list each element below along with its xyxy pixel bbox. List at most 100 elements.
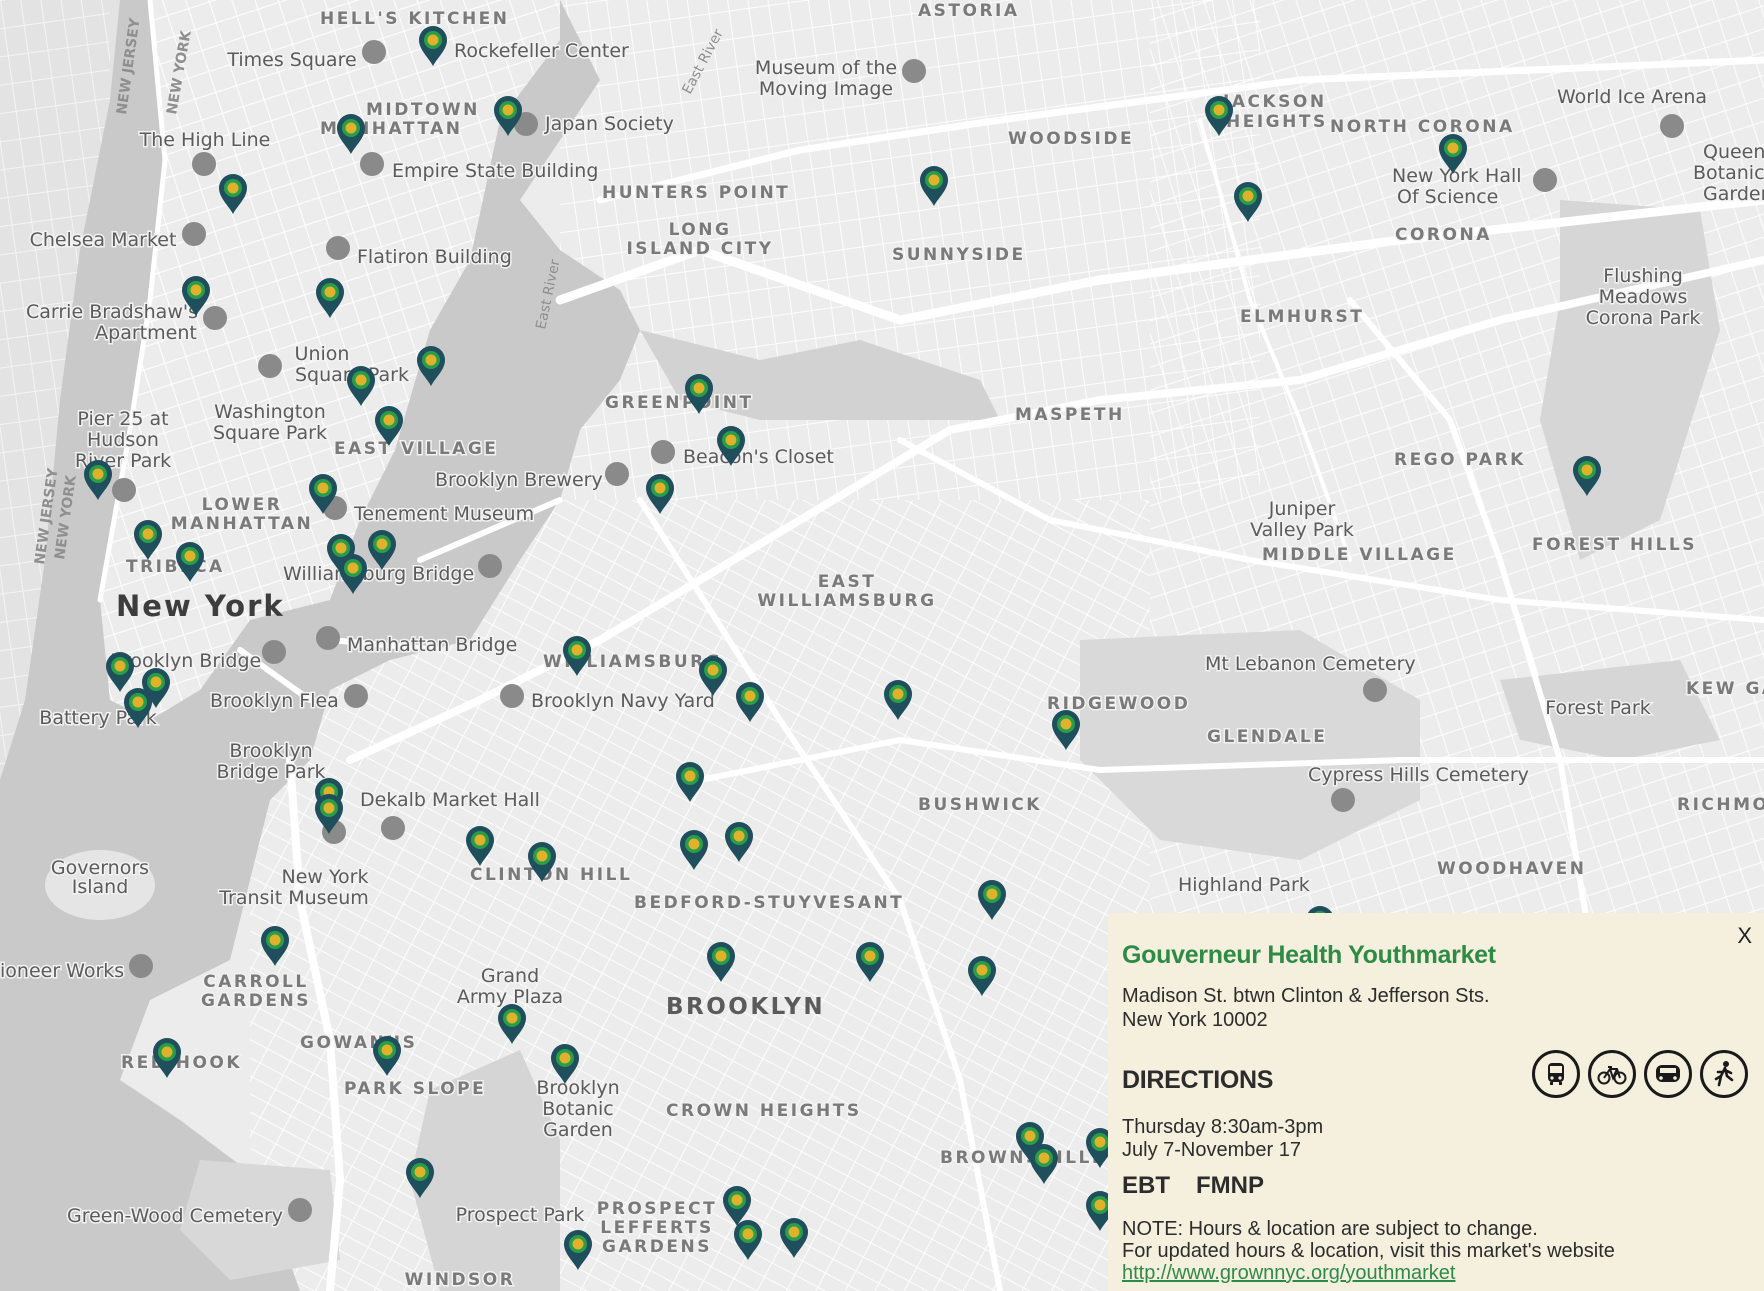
place-label: Botanic	[542, 1098, 614, 1120]
neighborhood-label: SUNNYSIDE	[892, 245, 1026, 265]
place-label: Flatiron Building	[357, 246, 512, 268]
place-label: Island	[72, 876, 129, 898]
neighborhood-label: JACKSON	[1222, 92, 1327, 112]
place-label: Manhattan Bridge	[347, 634, 517, 656]
bicycle-icon	[1597, 1066, 1627, 1085]
car-button[interactable]	[1644, 1050, 1692, 1098]
place-label: Mt Lebanon Cemetery	[1205, 653, 1416, 675]
place-label: Highland Park	[1178, 874, 1310, 896]
place-label: Empire State Building	[392, 160, 598, 182]
place-label: New York Hall	[1392, 165, 1522, 187]
market-hours: Thursday 8:30am-3pm July 7-November 17	[1122, 1116, 1748, 1162]
neighborhood-label: GREENPOINT	[605, 393, 754, 413]
neighborhood-label: NORTH CORONA	[1330, 117, 1515, 137]
place-label: Rockefeller Center	[454, 40, 629, 62]
market-title: Gouverneur Health Youthmarket	[1122, 941, 1496, 969]
park-icon	[112, 478, 136, 502]
neighborhood-label: WOODHAVEN	[1437, 859, 1587, 879]
neighborhood-label: RICHMO	[1677, 795, 1764, 815]
directions-row: DIRECTIONS	[1122, 1050, 1748, 1102]
landmark-icon	[326, 236, 350, 260]
neighborhood-label: RED HOOK	[121, 1053, 242, 1073]
shopping-icon	[381, 816, 405, 840]
bridge-icon	[262, 640, 286, 664]
place-label: Tenement Museum	[353, 503, 534, 525]
shopping-icon	[651, 440, 675, 464]
place-label: Beacon's Closet	[683, 446, 834, 468]
neighborhood-label: FOREST HILLS	[1532, 535, 1697, 555]
close-button[interactable]: X	[1737, 923, 1752, 949]
market-address: Madison St. btwn Clinton & Jefferson Sts…	[1122, 984, 1748, 1032]
neighborhood-label: MANHATTAN	[171, 514, 314, 534]
hours-line: Thursday 8:30am-3pm	[1122, 1116, 1324, 1138]
neighborhood-label: CORONA	[1395, 225, 1492, 245]
payment-ebt: EBT	[1122, 1172, 1170, 1199]
directions-icons	[1532, 1050, 1748, 1098]
park-icon	[258, 354, 282, 378]
transit-bus-icon	[1548, 1063, 1564, 1085]
bridge-icon	[316, 626, 340, 650]
place-label: Green-Wood Cemetery	[67, 1205, 283, 1227]
neighborhood-label: MIDDLE VILLAGE	[1262, 545, 1457, 565]
museum-icon	[1533, 168, 1557, 192]
place-label: Queens	[1703, 141, 1764, 163]
neighborhood-label: GARDENS	[201, 991, 311, 1011]
place-label: Union	[295, 343, 350, 365]
neighborhood-label: LONG	[669, 220, 732, 240]
place-label: Grand	[481, 965, 539, 987]
place-icon	[1660, 114, 1684, 138]
place-label: Bridge Park	[216, 761, 325, 783]
neighborhood-label: CROWN HEIGHTS	[666, 1101, 862, 1121]
place-label: Transit Museum	[218, 887, 369, 909]
neighborhood-label: MASPETH	[1015, 405, 1125, 425]
neighborhood-label: HELL'S KITCHEN	[320, 9, 510, 29]
neighborhood-label: CARROLL	[203, 972, 308, 992]
neighborhood-label: PROSPECT	[597, 1199, 717, 1219]
market-website-link[interactable]: http://www.grownnyc.org/youthmarket	[1122, 1262, 1748, 1284]
note-line: NOTE: Hours & location are subject to ch…	[1122, 1218, 1538, 1240]
neighborhood-label: REGO PARK	[1394, 450, 1526, 470]
place-label: Brooklyn	[536, 1077, 619, 1099]
season-line: July 7-November 17	[1122, 1139, 1301, 1161]
park-icon	[1331, 788, 1355, 812]
park-icon	[192, 152, 216, 176]
neighborhood-label: BEDFORD-STUYVESANT	[634, 893, 904, 913]
place-label: New York	[281, 866, 368, 888]
address-line: New York 10002	[1122, 1009, 1268, 1031]
walking-button[interactable]	[1700, 1050, 1748, 1098]
neighborhood-label: WILLIAMSBURG	[757, 591, 936, 611]
note-line: For updated hours & location, visit this…	[1122, 1240, 1615, 1262]
neighborhood-label: ISLAND CITY	[626, 239, 773, 259]
place-label: Garden	[543, 1119, 613, 1141]
neighborhood-label: WINDSOR	[405, 1270, 516, 1290]
place-label: Forest Park	[1545, 697, 1650, 719]
neighborhood-label: EAST	[818, 572, 877, 592]
place-label: Corona Park	[1586, 307, 1701, 329]
neighborhood-label: EAST VILLAGE	[334, 439, 498, 459]
bicycle-button[interactable]	[1588, 1050, 1636, 1098]
bridge-icon	[478, 554, 502, 578]
place-label: Garden	[1703, 183, 1764, 205]
neighborhood-label: LEFFERTS	[600, 1218, 713, 1238]
transit-button[interactable]	[1532, 1050, 1580, 1098]
place-label: Times Square	[226, 49, 356, 71]
place-label: Brooklyn Flea	[210, 690, 339, 712]
place-label: Chelsea Market	[30, 229, 177, 251]
place-icon	[605, 462, 629, 486]
place-label: Carrie Bradshaw's	[26, 301, 198, 323]
place-label: Japan Society	[544, 113, 674, 135]
place-label: Flushing	[1603, 265, 1683, 287]
neighborhood-label: MIDTOWN	[366, 100, 480, 120]
borough-label: BROOKLYN	[666, 994, 825, 1020]
place-label: Brooklyn Brewery	[435, 469, 603, 491]
payment-fmnp: FMNP	[1196, 1172, 1264, 1199]
landmark-icon	[360, 152, 384, 176]
camera-icon	[129, 954, 153, 978]
place-label: Brooklyn	[229, 740, 312, 762]
walking-icon	[1714, 1061, 1734, 1087]
place-label: Dekalb Market Hall	[360, 789, 540, 811]
car-icon	[1656, 1065, 1680, 1082]
place-label: Cypress Hills Cemetery	[1308, 764, 1529, 786]
place-label: Brooklyn Navy Yard	[531, 690, 715, 712]
neighborhood-label: PARK SLOPE	[344, 1079, 486, 1099]
